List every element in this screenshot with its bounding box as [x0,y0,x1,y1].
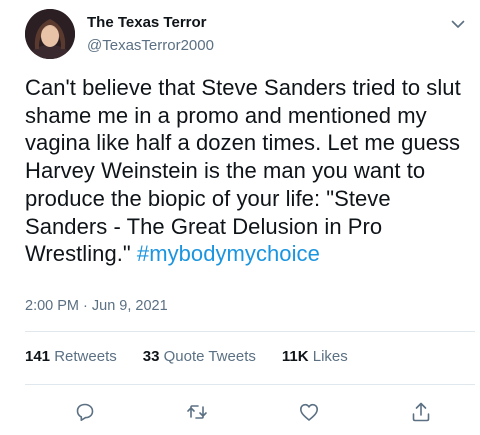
likes-stat[interactable]: 11K Likes [282,348,348,365]
likes-count: 11K [281,348,309,365]
chevron-down-icon[interactable] [448,14,468,34]
retweet-button[interactable] [185,400,209,424]
share-icon [412,402,430,422]
tweet-card: The Texas Terror @TexasTerror2000 Can't … [0,0,480,435]
quotes-label: Quote Tweets [163,348,256,365]
divider [25,331,475,332]
retweets-count: 141 [25,348,51,365]
quotes-count: 33 [142,348,160,365]
share-button[interactable] [409,400,433,424]
retweets-stat[interactable]: 141 Retweets [25,348,117,365]
tweet-timestamp[interactable]: 2:00 PM · Jun 9, 2021 [25,298,168,314]
quote-tweets-stat[interactable]: 33 Quote Tweets [143,348,256,365]
tweet-text: Can't believe that Steve Sanders tried t… [25,74,465,268]
hashtag-link[interactable]: #mybodymychoice [137,241,320,266]
likes-label: Likes [312,348,348,365]
divider [25,384,475,385]
avatar[interactable] [25,9,75,59]
engagement-stats: 141 Retweets 33 Quote Tweets 11K Likes [25,348,374,365]
like-button[interactable] [297,400,321,424]
retweet-icon [187,405,207,419]
reply-button[interactable] [73,400,97,424]
reply-icon [76,403,94,421]
action-bar [0,400,480,424]
author-display-name[interactable]: The Texas Terror [87,14,207,31]
tweet-body: Can't believe that Steve Sanders tried t… [25,75,461,267]
heart-icon [300,403,318,421]
author-handle[interactable]: @TexasTerror2000 [87,37,214,54]
retweets-label: Retweets [54,348,117,365]
